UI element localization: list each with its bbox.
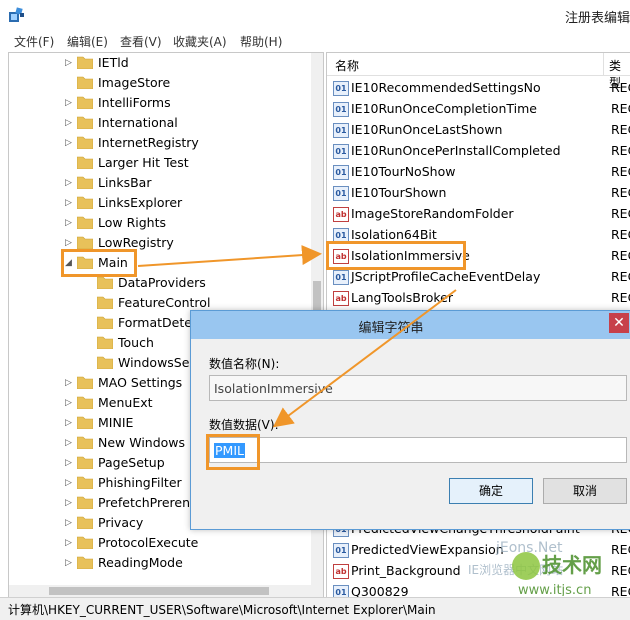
- svg-text:www.itjs.cn: www.itjs.cn: [518, 583, 591, 596]
- arrow-to-data: [272, 289, 457, 428]
- arrow-to-value: [137, 245, 322, 267]
- watermark-logo: jEons.Net IE浏览器中文网站 技术网 www.itjs.cn: [468, 540, 602, 598]
- watermark: jEons.Net IE浏览器中文网站 技术网 www.itjs.cn: [448, 536, 630, 598]
- annotation-arrows: [137, 245, 457, 428]
- svg-text:技术网: 技术网: [542, 553, 602, 577]
